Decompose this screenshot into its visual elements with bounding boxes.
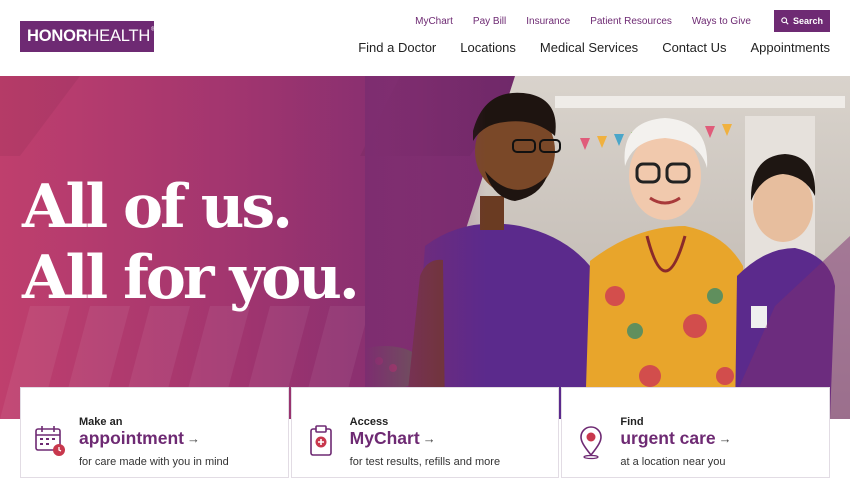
hero-line-1: All of us. xyxy=(22,172,293,242)
quick-action-cards: Make an appointment → for care made with … xyxy=(20,387,831,478)
card-urgent-desc: at a location near you xyxy=(620,456,726,468)
arrow-right-icon: → xyxy=(187,431,200,446)
card-urgent-title-text: urgent care xyxy=(620,428,716,448)
util-link-insurance[interactable]: Insurance xyxy=(526,16,570,27)
hero-banner: All of us. All for you. xyxy=(0,76,850,419)
site-header: HONORHEALTH® MyChart Pay Bill Insurance … xyxy=(0,0,850,76)
card-find-urgent-care[interactable]: Find urgent care → at a location near you xyxy=(561,387,831,478)
nav-find-a-doctor[interactable]: Find a Doctor xyxy=(358,40,436,55)
arrow-right-icon: → xyxy=(718,431,732,446)
logo-honor: HONOR xyxy=(27,27,88,45)
card-access-mychart[interactable]: Access MyChart → for test results, refill… xyxy=(290,387,560,478)
util-link-patient-resources[interactable]: Patient Resources xyxy=(590,16,672,27)
card-mychart-title-text: MyChart xyxy=(349,428,420,448)
hero-headline: All of us. All for you. xyxy=(22,172,360,314)
card-mychart-title: MyChart → xyxy=(350,428,436,449)
nav-locations[interactable]: Locations xyxy=(460,40,516,55)
nav-medical-services[interactable]: Medical Services xyxy=(540,40,638,55)
main-nav: Find a Doctor Locations Medical Services… xyxy=(334,40,830,55)
util-link-pay-bill[interactable]: Pay Bill xyxy=(473,16,506,27)
util-link-mychart[interactable]: MyChart xyxy=(415,16,453,27)
utility-nav: MyChart Pay Bill Insurance Patient Resou… xyxy=(415,10,830,32)
card-urgent-small: Find xyxy=(620,416,644,428)
arrow-right-icon: → xyxy=(422,431,436,446)
search-icon xyxy=(781,17,789,25)
card-appointment-title: appointment → xyxy=(79,428,200,449)
search-button[interactable]: Search xyxy=(774,10,830,32)
clipboard-icon xyxy=(309,425,332,456)
location-pin-icon xyxy=(580,426,603,460)
logo-text: HONORHEALTH® xyxy=(27,27,156,46)
hero-photo-caregivers xyxy=(365,76,850,419)
logo-registered-mark: ® xyxy=(151,27,156,33)
nav-contact-us[interactable]: Contact Us xyxy=(662,40,726,55)
nav-appointments[interactable]: Appointments xyxy=(751,40,831,55)
search-button-label: Search xyxy=(792,16,824,26)
honorhealth-logo[interactable]: HONORHEALTH® xyxy=(20,21,156,52)
hero-line-2: All for you. xyxy=(22,243,360,313)
card-appointment-title-text: appointment xyxy=(79,428,184,448)
card-appointment-desc: for care made with you in mind xyxy=(79,456,229,468)
card-appointment-small: Make an xyxy=(79,416,123,428)
card-make-appointment[interactable]: Make an appointment → for care made with … xyxy=(20,387,289,478)
card-urgent-title: urgent care → xyxy=(620,428,731,449)
card-mychart-desc: for test results, refills and more xyxy=(349,456,501,468)
calendar-icon xyxy=(35,426,65,456)
util-link-ways-to-give[interactable]: Ways to Give xyxy=(692,16,751,27)
logo-health: HEALTH xyxy=(87,27,151,45)
card-mychart-small: Access xyxy=(349,416,389,428)
